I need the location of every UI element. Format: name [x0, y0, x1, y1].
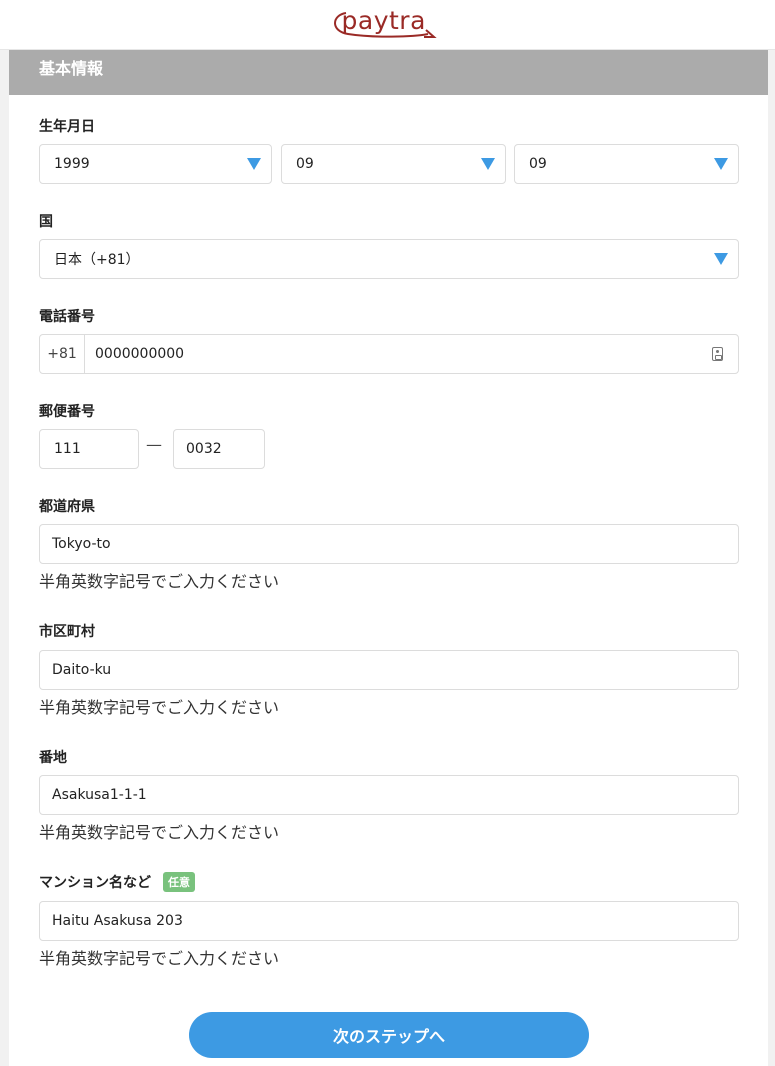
postal-code-part2-input[interactable]: 0032	[173, 429, 265, 469]
birth-year-select[interactable]: 1999	[39, 144, 272, 184]
birth-month-value: 09	[296, 156, 314, 172]
building-label-text: マンション名など	[39, 875, 151, 891]
prefecture-input[interactable]: Tokyo-to	[39, 524, 739, 564]
city-value: Daito-ku	[52, 662, 112, 678]
building-input[interactable]: Haitu Asakusa 203	[39, 901, 739, 941]
form-card: 基本情報 生年月日 1999 09 09 国 日本（+81） 電話番号 +81 …	[9, 50, 768, 1066]
city-label: 市区町村	[39, 624, 95, 640]
country-label: 国	[39, 214, 53, 230]
address-hint: 半角英数字記号でご入力ください	[39, 823, 280, 842]
address-label: 番地	[39, 750, 67, 766]
postal-label: 郵便番号	[39, 404, 95, 420]
contact-card-icon[interactable]	[712, 347, 723, 361]
app-header: paytra	[0, 0, 775, 50]
chevron-down-icon	[481, 158, 495, 170]
country-select[interactable]: 日本（+81）	[39, 239, 739, 279]
building-value: Haitu Asakusa 203	[52, 913, 183, 929]
phone-value: 0000000000	[95, 346, 185, 362]
birth-year-value: 1999	[54, 156, 90, 172]
chevron-down-icon	[714, 253, 728, 265]
birthdate-label: 生年月日	[39, 119, 95, 135]
logo-text: paytra	[341, 5, 426, 35]
country-value: 日本（+81）	[54, 252, 140, 268]
building-hint: 半角英数字記号でご入力ください	[39, 949, 280, 968]
address-input[interactable]: Asakusa1-1-1	[39, 775, 739, 815]
section-title: 基本情報	[39, 59, 104, 78]
postal-part1-value: 111	[54, 441, 81, 457]
phone-input[interactable]: +81 0000000000	[39, 334, 739, 374]
postal-code-part1-input[interactable]: 111	[39, 429, 139, 469]
prefecture-value: Tokyo-to	[52, 536, 111, 552]
birth-day-select[interactable]: 09	[514, 144, 739, 184]
prefecture-label: 都道府県	[39, 499, 95, 515]
paytra-logo[interactable]: paytra	[328, 5, 448, 45]
chevron-down-icon	[714, 158, 728, 170]
postal-separator: —	[146, 435, 162, 454]
address-value: Asakusa1-1-1	[52, 787, 147, 803]
chevron-down-icon	[247, 158, 261, 170]
prefecture-hint: 半角英数字記号でご入力ください	[39, 572, 280, 591]
building-label: マンション名など 任意	[39, 872, 195, 892]
phone-label: 電話番号	[39, 309, 95, 325]
postal-part2-value: 0032	[186, 441, 222, 457]
city-hint: 半角英数字記号でご入力ください	[39, 698, 280, 717]
birth-day-value: 09	[529, 156, 547, 172]
phone-prefix: +81	[40, 335, 85, 373]
city-input[interactable]: Daito-ku	[39, 650, 739, 690]
birth-month-select[interactable]: 09	[281, 144, 506, 184]
next-step-button[interactable]: 次のステップへ	[189, 1012, 589, 1058]
optional-badge: 任意	[163, 872, 195, 892]
section-header: 基本情報	[9, 50, 768, 95]
